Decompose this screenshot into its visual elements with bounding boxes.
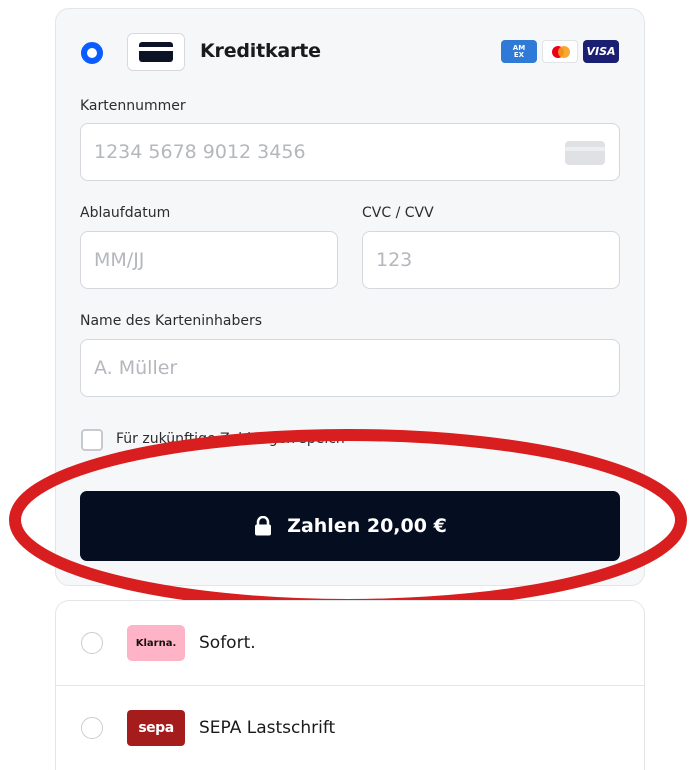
save-card-checkbox[interactable] (81, 429, 103, 451)
klarna-label: Sofort. (199, 633, 256, 653)
sepa-label: SEPA Lastschrift (199, 718, 336, 738)
credit-card-icon (127, 33, 185, 71)
cardholder-placeholder: A. Müller (94, 357, 178, 379)
save-card-label: Für zukünftige Zahlungen speichern (116, 431, 346, 447)
cvc-placeholder: 123 (376, 249, 413, 271)
expiry-label: Ablaufdatum (80, 205, 171, 221)
credit-card-radio[interactable] (81, 42, 103, 64)
pay-button-label: Zahlen 20,00 € (287, 515, 447, 537)
expiry-input[interactable]: MM/JJ (80, 231, 338, 289)
expiry-placeholder: MM/JJ (94, 249, 145, 271)
klarna-radio[interactable] (81, 632, 103, 654)
klarna-logo-icon: Klarna. (127, 625, 185, 661)
mastercard-logo-icon (542, 40, 578, 63)
visa-logo-icon: VISA (583, 40, 619, 63)
sepa-method-row[interactable]: sepa SEPA Lastschrift (56, 685, 644, 770)
klarna-method-row[interactable]: Klarna. Sofort. (56, 601, 644, 685)
card-number-label: Kartennummer (80, 98, 186, 114)
card-brand-logos: AM EX VISA (501, 40, 619, 63)
cvc-input[interactable]: 123 (362, 231, 620, 289)
card-number-input[interactable]: 1234 5678 9012 3456 (80, 123, 620, 181)
lock-icon (255, 516, 272, 536)
other-payment-methods: Klarna. Sofort. sepa SEPA Lastschrift (55, 600, 645, 770)
amex-logo-icon: AM EX (501, 40, 537, 63)
cardholder-input[interactable]: A. Müller (80, 339, 620, 397)
cvc-label: CVC / CVV (362, 205, 434, 221)
credit-card-title: Kreditkarte (200, 40, 321, 62)
sepa-logo-icon: sepa (127, 710, 185, 746)
card-placeholder-icon (565, 141, 605, 165)
sepa-radio[interactable] (81, 717, 103, 739)
card-number-placeholder: 1234 5678 9012 3456 (94, 141, 306, 163)
pay-button[interactable]: Zahlen 20,00 € (80, 491, 620, 561)
cardholder-label: Name des Karteninhabers (80, 313, 263, 329)
